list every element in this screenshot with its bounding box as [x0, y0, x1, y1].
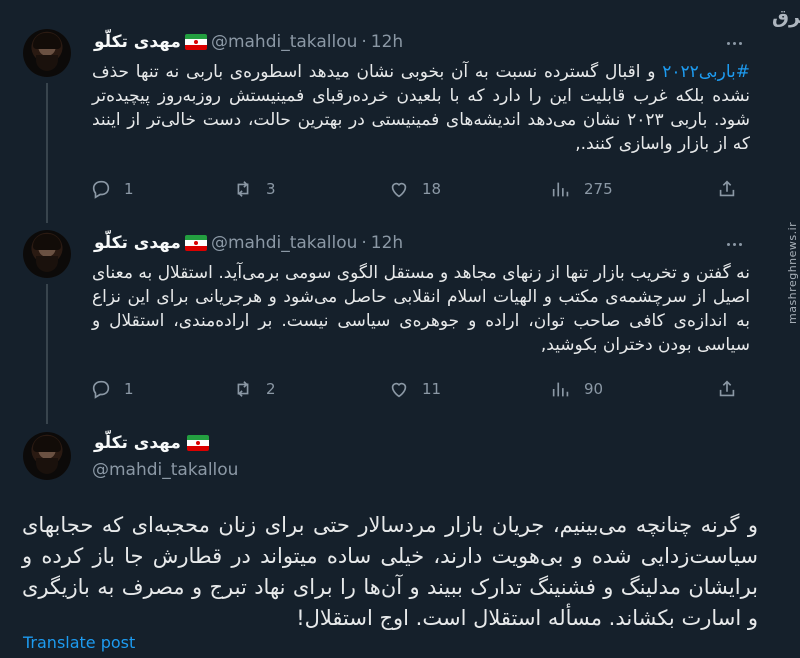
tweet-header: مهدی تکلّو	[94, 433, 209, 453]
more-icon[interactable]	[723, 33, 745, 53]
translate-post-link[interactable]: Translate post	[23, 633, 135, 652]
watermark-site: mashreghnews.ir	[786, 221, 799, 324]
more-icon[interactable]	[723, 234, 745, 254]
user-handle[interactable]: @mahdi_takallou	[92, 460, 238, 480]
share-button[interactable]	[716, 378, 738, 400]
user-handle[interactable]: @mahdi_takallou	[211, 233, 357, 253]
views-icon	[552, 182, 569, 197]
avatar[interactable]	[23, 230, 71, 278]
like-button[interactable]: 18	[388, 178, 441, 200]
tweet-header: مهدی تکلّو @mahdi_takallou · 12h	[94, 32, 403, 52]
view-count: 90	[584, 380, 604, 398]
tweet-text: و گرنه چنانچه می‌بینیم، جریان بازار مردس…	[15, 513, 759, 630]
tweet-actions: 1 2 11 90	[90, 378, 750, 400]
tweet-text: #باربی۲۰۲۲ و اقبال گسترده نسبت به آن بخو…	[86, 62, 751, 154]
avatar[interactable]	[23, 29, 71, 77]
reply-icon	[92, 380, 110, 399]
display-name[interactable]: مهدی تکلّو	[94, 32, 181, 52]
separator-dot: ·	[361, 233, 367, 253]
tweet-header: مهدی تکلّو @mahdi_takallou · 12h	[94, 233, 403, 253]
reply-button[interactable]: 1	[90, 178, 134, 200]
like-count: 11	[422, 380, 442, 398]
flag-icon	[184, 34, 207, 50]
hashtag-link[interactable]: #باربی۲۰۲۲	[662, 62, 750, 82]
watermark-logo: مشرق	[772, 6, 800, 28]
user-handle[interactable]: @mahdi_takallou	[211, 32, 357, 52]
thread-line	[46, 284, 48, 424]
display-name[interactable]: مهدی تکلّو	[94, 233, 181, 253]
tweet-actions: 1 3 18 275	[90, 178, 750, 200]
reply-icon	[92, 180, 110, 199]
like-button[interactable]: 11	[388, 378, 441, 400]
reply-count: 1	[124, 380, 134, 398]
tweet-handle-row: @mahdi_takallou	[92, 460, 238, 480]
avatar[interactable]	[23, 432, 71, 480]
retweet-icon	[237, 181, 249, 197]
retweet-count: 3	[266, 180, 276, 198]
flag-icon	[186, 435, 209, 451]
like-icon	[391, 182, 407, 198]
reply-count: 1	[124, 180, 134, 198]
tweet-text: نه گفتن و تخریب بازار تنها از زنهای مجاه…	[81, 263, 750, 355]
retweet-button[interactable]: 2	[232, 378, 276, 400]
share-icon	[719, 380, 735, 397]
view-count: 275	[584, 180, 613, 198]
like-icon	[391, 382, 407, 398]
views-button[interactable]: 275	[550, 178, 613, 200]
share-icon	[719, 180, 735, 197]
separator-dot: ·	[361, 32, 367, 52]
retweet-button[interactable]: 3	[232, 178, 276, 200]
timestamp[interactable]: 12h	[371, 32, 403, 52]
thread-line	[46, 83, 48, 223]
reply-button[interactable]: 1	[90, 378, 134, 400]
share-button[interactable]	[716, 178, 738, 200]
retweet-count: 2	[266, 380, 276, 398]
views-icon	[552, 382, 569, 397]
display-name[interactable]: مهدی تکلّو	[94, 433, 181, 453]
like-count: 18	[422, 180, 442, 198]
flag-icon	[184, 235, 207, 251]
timestamp[interactable]: 12h	[371, 233, 403, 253]
retweet-icon	[237, 381, 249, 397]
views-button[interactable]: 90	[550, 378, 603, 400]
